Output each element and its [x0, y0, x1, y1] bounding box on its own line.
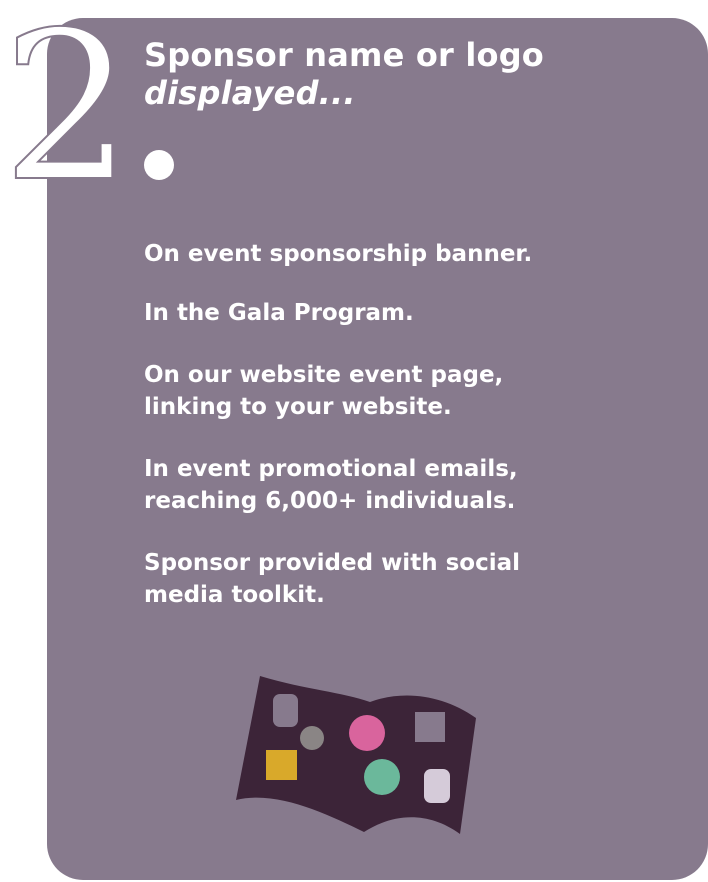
- teal-circle-shape: [364, 759, 400, 795]
- flag-illustration: [236, 676, 476, 834]
- gray-square-shape: [415, 712, 445, 742]
- benefit-item: In event promotional emails, reaching 6,…: [144, 453, 624, 517]
- white-dot-icon: [144, 150, 174, 180]
- heading-line-2: displayed...: [144, 74, 356, 112]
- lavender-rounded-shape: [424, 769, 450, 803]
- benefits-list: On event sponsorship banner. In the Gala…: [144, 238, 624, 611]
- benefit-text: In event promotional emails,: [144, 456, 518, 482]
- yellow-square-shape: [266, 750, 297, 780]
- benefit-item: On event sponsorship banner.: [144, 238, 624, 270]
- benefit-item: On our website event page, linking to yo…: [144, 359, 624, 423]
- benefit-text: In the Gala Program.: [144, 300, 414, 326]
- benefit-text: linking to your website.: [144, 394, 452, 420]
- benefit-text: On our website event page,: [144, 362, 504, 388]
- benefit-item: Sponsor provided with social media toolk…: [144, 547, 624, 611]
- benefit-text: reaching 6,000+ individuals.: [144, 488, 516, 514]
- gray-circle-shape: [300, 726, 324, 750]
- heading-line-1: Sponsor name or logo: [144, 36, 544, 74]
- benefit-item: In the Gala Program.: [144, 297, 624, 329]
- benefit-text: media toolkit.: [144, 582, 325, 608]
- benefit-text: On event sponsorship banner.: [144, 241, 533, 267]
- big-number-two: 2: [1, 0, 130, 190]
- section-heading: Sponsor name or logo displayed...: [144, 36, 544, 112]
- benefit-text: Sponsor provided with social: [144, 550, 520, 576]
- rounded-square-shape: [273, 694, 298, 727]
- pink-circle-shape: [349, 715, 385, 751]
- big-number-text: 2: [2, 0, 130, 190]
